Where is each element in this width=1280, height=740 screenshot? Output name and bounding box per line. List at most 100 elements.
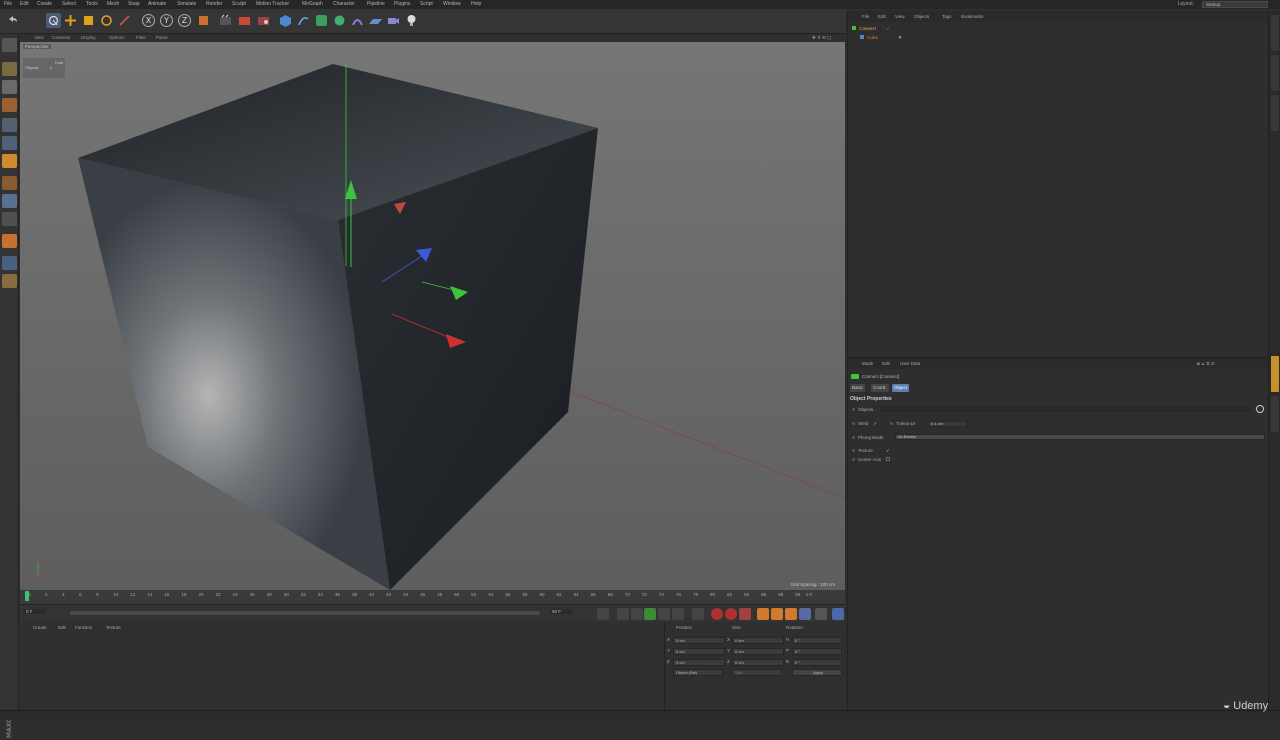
previous-key-icon[interactable] [617,608,629,620]
snapping-icon[interactable] [2,212,17,226]
coords-mode-select[interactable]: Object (Rel) [673,669,723,676]
menu-edit[interactable]: Edit [20,1,29,7]
coords-pos-x-field[interactable]: 0 cm [673,637,725,644]
om-menu-file[interactable]: File [862,14,869,19]
prop-phong-select[interactable]: As Breaks [895,434,1265,440]
viewport-navigation-icons[interactable]: ✥ ⇕ ⟲ ▢ [812,35,831,41]
om-menu-edit[interactable]: Edit [878,14,886,19]
coords-rot-p-field[interactable]: 0 ° [792,648,842,655]
material-menu-create[interactable]: Create [33,625,47,630]
next-key-icon[interactable] [672,608,684,620]
coords-rot-h-field[interactable]: 0 ° [792,637,842,644]
menu-select[interactable]: Select [62,1,76,7]
subdivision-surface-icon[interactable] [314,13,329,28]
menu-script[interactable]: Script [420,1,433,7]
prop-tolerance-field[interactable]: 0.1 cm [928,421,968,427]
render-to-picture-viewer-icon[interactable] [237,13,252,28]
next-frame-icon[interactable] [658,608,670,620]
pla-key-icon[interactable] [815,608,827,620]
connect-visibility-dots-icon[interactable]: ⁚ ✓ [883,26,889,31]
start-frame-field[interactable]: 0 F [24,609,46,614]
timeline-ruler[interactable]: 0 2 4 6 8 10 12 14 16 18 20 22 24 26 28 30 32 34 36 38 40 42 4… [20,590,845,604]
floor-icon[interactable] [368,13,383,28]
am-menu-edit[interactable]: Edit [882,361,890,366]
end-frame-field[interactable]: 90 F [550,609,572,614]
light-icon[interactable] [404,13,419,28]
om-menu-bookmarks[interactable]: Bookmarks [961,14,984,19]
camera-icon[interactable] [386,13,401,28]
z-axis-lock-icon[interactable]: Z [177,13,192,28]
coords-pos-y-field[interactable]: 0 cm [673,648,725,655]
prop-weld-checkbox[interactable]: ✓ [873,421,877,426]
viewport-menu-view[interactable]: View [34,35,44,40]
position-key-icon[interactable] [757,608,769,620]
autokeying-icon[interactable] [725,608,737,620]
menu-character[interactable]: Character [333,1,355,7]
perspective-viewport[interactable]: Perspective Total Objects 0 Grid Spacing… [20,42,845,590]
am-menu-mode[interactable]: Mode [862,361,873,366]
viewport-menu-filter[interactable]: Filter [136,35,146,40]
go-to-start-icon[interactable] [597,608,609,620]
object-row-connect[interactable]: Connect ⁚ ✓ [852,26,890,34]
parameter-key-icon[interactable] [799,608,811,620]
menu-tools[interactable]: Tools [86,1,98,7]
menu-file[interactable]: File [4,1,12,7]
menu-motion-tracker[interactable]: Motion Tracker [256,1,289,7]
keyframe-selection-icon[interactable] [739,608,751,620]
menu-snap[interactable]: Snap [128,1,140,7]
coords-rot-b-field[interactable]: 0 ° [792,659,842,666]
menu-mesh[interactable]: Mesh [107,1,119,7]
polygons-mode-icon[interactable] [2,154,17,168]
menu-simulate[interactable]: Simulate [177,1,196,7]
tab-attributes[interactable] [1271,356,1279,392]
record-active-objects-icon[interactable] [711,608,723,620]
coords-size-z-field[interactable]: 0 cm [732,659,784,666]
menu-mograph[interactable]: MoGraph [302,1,323,7]
tab-content-browser[interactable] [1271,95,1279,131]
coords-pos-z-field[interactable]: 0 cm [673,659,725,666]
menu-render[interactable]: Render [206,1,222,7]
menu-create[interactable]: Create [37,1,52,7]
tweak-mode-icon[interactable] [2,194,17,208]
edges-mode-icon[interactable] [2,136,17,150]
model-mode-icon[interactable] [2,62,17,76]
y-axis-lock-icon[interactable]: Y [159,13,174,28]
prop-center-axis-checkbox[interactable] [886,457,891,461]
move-icon[interactable] [63,13,78,28]
tab-objects[interactable] [1271,15,1279,51]
prop-weld-anim-dot[interactable] [852,422,855,426]
viewport-menu-panel[interactable]: Panel [156,35,168,40]
deformer-icon[interactable] [350,13,365,28]
prop-texture-anim-dot[interactable] [852,449,855,453]
prop-objects-link-field[interactable] [880,406,1250,412]
timeline-menu-icon[interactable] [832,608,844,620]
prop-objects-anim-dot[interactable] [852,408,855,412]
material-menu-function[interactable]: Function [75,625,92,630]
array-generator-icon[interactable] [332,13,347,28]
tab-takes[interactable] [1271,55,1279,91]
previous-frame-icon[interactable] [631,608,643,620]
rotate-icon[interactable] [99,13,114,28]
am-menu-user-data[interactable]: User Data [900,361,920,366]
workplane-icon[interactable] [2,234,17,248]
render-settings-icon[interactable] [256,13,271,28]
viewport-menu-options[interactable]: Options [109,35,125,40]
prop-texture-checkbox[interactable]: ✓ [886,448,890,453]
tab-layers[interactable] [1271,396,1279,432]
layout-select[interactable]: Startup [1202,1,1268,8]
am-tab-basic[interactable]: Basic [850,384,866,392]
am-tab-coord[interactable]: Coord. [871,384,889,392]
om-menu-view[interactable]: View [895,14,905,19]
cube-primitive-icon[interactable] [278,13,293,28]
link-picker-icon[interactable] [1256,405,1264,413]
coords-apply-button[interactable]: Apply [792,669,842,676]
preview-range-slider[interactable] [70,611,540,615]
material-menu-edit[interactable]: Edit [58,625,66,630]
prop-tolerance-anim-dot[interactable] [890,422,893,426]
coords-size-y-field[interactable]: 0 cm [732,648,784,655]
points-mode-icon[interactable] [2,118,17,132]
workplane-mode-icon[interactable] [2,98,17,112]
object-row-cube[interactable]: Cube ⁚ ✕ [860,35,902,43]
coords-size-select[interactable]: Size [732,669,782,676]
rotation-key-icon[interactable] [785,608,797,620]
